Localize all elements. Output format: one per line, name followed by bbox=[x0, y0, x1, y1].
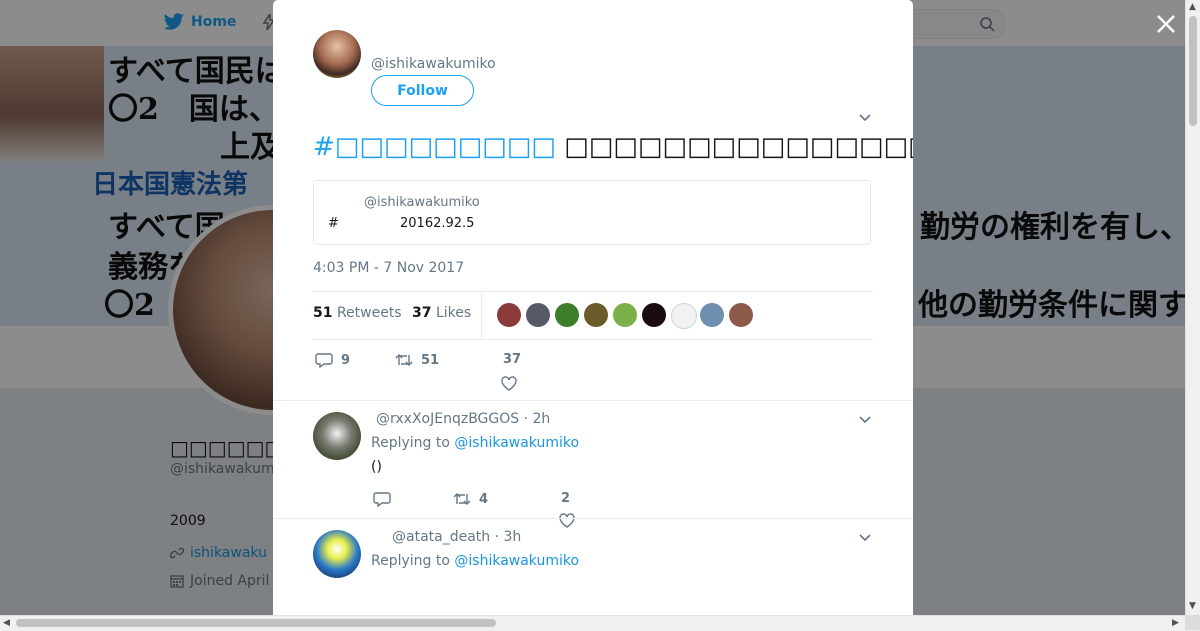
reply-retweet-count: 4 bbox=[479, 491, 489, 507]
reply-like-count: 2 bbox=[561, 491, 571, 506]
reply-handle[interactable]: @rxxXoJEnqzBGGOS · 2h bbox=[376, 411, 550, 427]
reply-mention[interactable]: @ishikawakumiko bbox=[454, 435, 579, 451]
chevron-down-icon[interactable] bbox=[858, 110, 872, 124]
liker-avatar[interactable] bbox=[700, 303, 724, 327]
reply-avatar[interactable] bbox=[313, 530, 361, 578]
tweet-timestamp[interactable]: 4:03 PM - 7 Nov 2017 bbox=[313, 260, 464, 276]
reply-item[interactable]: @atata_death · 3h Replying to @ishikawak… bbox=[273, 519, 913, 615]
replying-prefix: Replying to bbox=[371, 435, 450, 451]
liker-avatar[interactable] bbox=[584, 303, 608, 327]
like-count: 37 bbox=[503, 352, 522, 367]
liker-avatar[interactable] bbox=[526, 303, 550, 327]
tweet-text: #□□□□□□□□□ □□□□□□□□□□□□□□□□□□□□□□□□□□□□□… bbox=[313, 126, 913, 163]
close-icon[interactable] bbox=[1154, 12, 1178, 36]
likes-count: 37 bbox=[412, 305, 432, 321]
reply-mention[interactable]: @ishikawakumiko bbox=[454, 553, 579, 569]
horizontal-scroll-thumb[interactable] bbox=[16, 619, 496, 627]
retweets-count: 51 bbox=[313, 305, 333, 321]
liker-avatar[interactable] bbox=[729, 303, 753, 327]
retweet-button[interactable]: 4 bbox=[453, 491, 488, 507]
likes-label: Likes bbox=[435, 305, 472, 321]
retweet-count: 51 bbox=[421, 352, 440, 368]
tweet-modal: @ishikawakumiko Follow #□□□□□□□□□ □□□□□□… bbox=[273, 0, 913, 615]
vertical-scroll-thumb[interactable] bbox=[1189, 16, 1197, 126]
reply-item[interactable]: @rxxXoJEnqzBGGOS · 2h Replying to @ishik… bbox=[273, 401, 913, 528]
tweet-actions: 9 51 37 bbox=[313, 348, 873, 391]
follow-button[interactable]: Follow bbox=[371, 75, 474, 106]
reply-button[interactable]: 9 bbox=[315, 352, 350, 368]
vertical-scrollbar[interactable]: ▲ ▼ bbox=[1185, 0, 1200, 615]
reply-like-count-wrap: 2 bbox=[561, 491, 570, 506]
retweet-icon bbox=[453, 493, 471, 505]
horizontal-scrollbar[interactable]: ◀ ▶ bbox=[0, 615, 1185, 631]
author-handle[interactable]: @ishikawakumiko bbox=[371, 56, 496, 72]
tweet-stats: 51 Retweets 37 Likes bbox=[313, 291, 873, 340]
liker-avatar[interactable] bbox=[497, 303, 521, 327]
replying-prefix: Replying to bbox=[371, 553, 450, 569]
liker-avatar[interactable] bbox=[613, 303, 637, 327]
chevron-down-icon[interactable] bbox=[858, 530, 872, 544]
reply-text: () bbox=[371, 459, 382, 475]
scroll-right-arrow[interactable]: ▶ bbox=[1172, 618, 1179, 628]
retweets-label: Retweets bbox=[336, 305, 402, 321]
liker-avatar[interactable] bbox=[671, 303, 697, 329]
quoted-tweet-text: 20162.92.5 bbox=[400, 216, 475, 231]
scroll-left-arrow[interactable]: ◀ bbox=[3, 618, 10, 628]
chevron-down-icon[interactable] bbox=[858, 412, 872, 426]
tweet-hashtag[interactable]: #□□□□□□□□□ bbox=[313, 132, 556, 162]
like-count-wrap: 37 bbox=[503, 352, 521, 367]
liker-avatar[interactable] bbox=[642, 303, 666, 327]
scrollbar-corner bbox=[1185, 615, 1200, 630]
reply-avatar[interactable] bbox=[313, 412, 361, 460]
likes-stat[interactable]: 37 Likes bbox=[412, 305, 471, 321]
reply-count: 9 bbox=[341, 352, 351, 368]
retweets-stat[interactable]: 51 Retweets bbox=[313, 305, 402, 321]
reply-icon bbox=[373, 492, 391, 507]
reply-icon bbox=[315, 353, 333, 368]
quoted-tweet[interactable]: @ishikawakumiko # 20162.92.5 bbox=[313, 180, 871, 245]
liker-avatar[interactable] bbox=[555, 303, 579, 327]
author-avatar[interactable] bbox=[313, 30, 361, 78]
replying-to: Replying to @ishikawakumiko bbox=[371, 553, 579, 569]
stats-divider bbox=[481, 292, 482, 339]
replying-to: Replying to @ishikawakumiko bbox=[371, 435, 579, 451]
reply-handle[interactable]: @atata_death · 3h bbox=[392, 529, 521, 545]
tweet-body: □□□□□□□□□□□□□□□□□□□□□□□□□□□□□□□□□□□□□□□□… bbox=[564, 132, 913, 162]
quoted-tweet-handle: @ishikawakumiko bbox=[364, 195, 480, 210]
heart-icon[interactable] bbox=[501, 376, 517, 391]
scroll-down-arrow[interactable]: ▼ bbox=[1189, 601, 1196, 611]
scroll-up-arrow[interactable]: ▲ bbox=[1189, 2, 1196, 12]
reply-button[interactable] bbox=[373, 491, 391, 507]
retweet-button[interactable]: 51 bbox=[395, 352, 439, 368]
quoted-tweet-hash: # bbox=[328, 216, 339, 231]
retweet-icon bbox=[395, 354, 413, 366]
